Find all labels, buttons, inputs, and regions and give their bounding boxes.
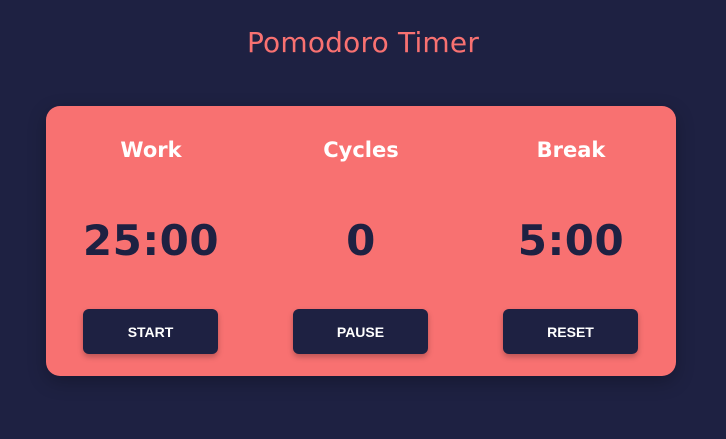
work-panel: Work 25:00 START (46, 106, 256, 376)
cycles-panel: Cycles 0 PAUSE (256, 106, 466, 376)
reset-button[interactable]: RESET (503, 309, 638, 354)
work-label: Work (120, 138, 182, 162)
timer-card: Work 25:00 START Cycles 0 PAUSE Break 5:… (46, 106, 676, 376)
work-time: 25:00 (82, 216, 220, 265)
app-title: Pomodoro Timer (246, 26, 480, 59)
pause-button[interactable]: PAUSE (293, 309, 428, 354)
cycles-count: 0 (346, 216, 376, 265)
break-label: Break (536, 138, 606, 162)
break-time: 5:00 (517, 216, 625, 265)
break-panel: Break 5:00 RESET (466, 106, 676, 376)
cycles-label: Cycles (323, 138, 399, 162)
start-button[interactable]: START (83, 309, 218, 354)
